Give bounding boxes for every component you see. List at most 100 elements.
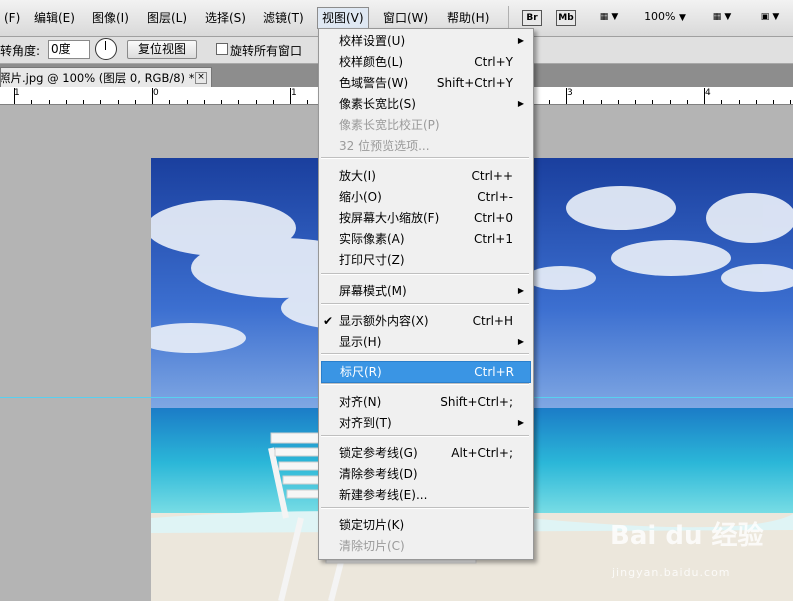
view-menu-item[interactable]: 实际像素(A) Ctrl+1 [321,229,529,249]
view-menu-item: 像素长宽比校正(P) [321,115,529,135]
checkmark-icon: ✔ [323,314,334,328]
view-menu-item[interactable]: 标尺(R) Ctrl+R [321,361,531,383]
menu-window[interactable]: 窗口(W) [379,8,432,28]
menu-item-label: 对齐到(T) [339,416,392,430]
menu-item-shortcut: Ctrl+1 [473,232,513,246]
menu-item-shortcut: Ctrl+R [474,365,514,379]
mini-bridge-button[interactable]: Mb [556,10,576,26]
baidu-watermark-url: jingyan.baidu.com [612,566,731,579]
menu-item-shortcut: Alt+Ctrl+; [451,446,513,460]
ruler-tick [49,100,50,104]
view-menu-item[interactable]: 校样颜色(L) Ctrl+Y [321,52,529,72]
chevron-down-icon: ▼ [679,13,686,23]
menu-item-label: 32 位预览选项... [339,139,430,153]
menu-item-label: 缩小(O) [339,190,382,204]
ruler-tick [100,100,101,104]
rotation-angle-input[interactable]: 0度 [48,40,90,59]
screen-mode-button[interactable]: ▣ ▼ [752,7,788,27]
menu-item-shortcut: Shift+Ctrl+; [440,395,513,409]
menu-item-label: 清除切片(C) [339,539,405,553]
view-menu-item[interactable]: 对齐(N) Shift+Ctrl+; [321,392,529,412]
reset-view-button[interactable]: 复位视图 [127,40,198,59]
view-menu-item[interactable]: 锁定切片(K) [321,515,529,535]
menu-item-shortcut: Ctrl+- [477,190,513,204]
view-menu-item[interactable]: 像素长宽比(S) ▶ [321,94,529,114]
view-menu-item[interactable]: 屏幕模式(M) ▶ [321,281,529,301]
menu-item-label: 打印尺寸(Z) [339,253,405,267]
view-menu-item[interactable]: 打印尺寸(Z) [321,250,529,270]
ruler-tick [66,100,67,104]
ruler-tick [14,88,15,104]
zoom-level-dropdown[interactable]: 100% ▼ [640,7,690,27]
view-menu-dropdown: 校样设置(U) ▶ 校样颜色(L) Ctrl+Y 色域警告(W) Shift+Ctrl+Y… [318,28,534,560]
submenu-arrow-icon: ▶ [517,99,524,108]
menu-item-label: 屏幕模式(M) [339,284,407,298]
ruler-label: 3 [567,88,573,98]
menu-item-shortcut: Ctrl++ [471,169,513,183]
ruler-tick [204,100,205,104]
menu-item-label: 锁定参考线(G) [339,446,418,460]
menu-item-label: 新建参考线(E)... [339,488,428,502]
ruler-tick [273,100,274,104]
ruler-tick [739,100,740,104]
submenu-arrow-icon: ▶ [517,418,524,427]
rotation-dial[interactable] [95,38,117,60]
view-menu-item[interactable]: ✔ 显示额外内容(X) Ctrl+H [321,311,529,331]
ruler-tick [601,100,602,104]
menu-file[interactable]: (F) [0,8,24,28]
menu-item-label: 对齐(N) [339,395,382,409]
ruler-label: 0 [153,88,159,98]
menu-separator [321,303,529,305]
view-menu-item[interactable]: 校样设置(U) ▶ [321,31,529,51]
submenu-arrow-icon: ▶ [517,337,524,346]
arrange-documents-button[interactable]: ▦ ▼ [704,7,740,27]
menu-item-shortcut: Ctrl+Y [474,55,513,69]
view-menu-item[interactable]: 锁定参考线(G) Alt+Ctrl+; [321,443,529,463]
menu-image[interactable]: 图像(I) [88,8,133,28]
view-menu-item[interactable]: 按屏幕大小缩放(F) Ctrl+0 [321,208,529,228]
menu-item-label: 像素长宽比校正(P) [339,118,440,132]
menu-layer[interactable]: 图层(L) [143,8,191,28]
ruler-tick [721,100,722,104]
rotate-all-windows-checkbox[interactable] [216,43,228,55]
menu-item-shortcut: Shift+Ctrl+Y [436,76,513,90]
ruler-tick [704,88,705,104]
ruler-tick [135,100,136,104]
submenu-arrow-icon: ▶ [517,286,524,295]
menu-item-label: 显示额外内容(X) [339,314,429,328]
menu-item-label: 放大(I) [339,169,376,183]
view-menu-item[interactable]: 对齐到(T) ▶ [321,413,529,433]
document-tab[interactable]: 照片.jpg @ 100% (图层 0, RGB/8) * × [0,67,212,88]
chevron-down-icon: ▼ [611,12,619,22]
menu-help[interactable]: 帮助(H) [443,8,493,28]
view-menu-item[interactable]: 清除参考线(D) [321,464,529,484]
menu-edit[interactable]: 编辑(E) [30,8,79,28]
view-menu-item[interactable]: 显示(H) ▶ [321,332,529,352]
ruler-tick [307,100,308,104]
ruler-label: 1 [291,88,297,98]
view-extras-button[interactable]: ▦ ▼ [592,7,626,27]
close-icon[interactable]: × [195,72,207,84]
menu-select[interactable]: 选择(S) [201,8,250,28]
view-menu-item[interactable]: 新建参考线(E)... [321,485,529,505]
ruler-tick [773,100,774,104]
ruler-tick [566,88,567,104]
rotation-angle-label: 旋转角度: [0,44,41,58]
zoom-level-value: 100% [644,10,676,23]
bridge-button[interactable]: Br [522,10,542,26]
ruler-tick [238,100,239,104]
menu-view[interactable]: 视图(V) [317,7,369,29]
view-menu-item[interactable]: 色域警告(W) Shift+Ctrl+Y [321,73,529,93]
menu-item-label: 清除参考线(D) [339,467,418,481]
ruler-tick [221,100,222,104]
menu-item-label: 校样设置(U) [339,34,406,48]
view-menu-item: 清除切片(C) [321,536,529,556]
ruler-tick [652,100,653,104]
view-menu-item: 32 位预览选项... [321,136,529,156]
view-menu-item[interactable]: 缩小(O) Ctrl+- [321,187,529,207]
menu-separator [321,157,529,159]
grid-icon: ▦ [712,12,722,22]
view-menu-item[interactable]: 放大(I) Ctrl++ [321,166,529,186]
menu-filter[interactable]: 滤镜(T) [259,8,308,28]
ruler-tick [187,100,188,104]
